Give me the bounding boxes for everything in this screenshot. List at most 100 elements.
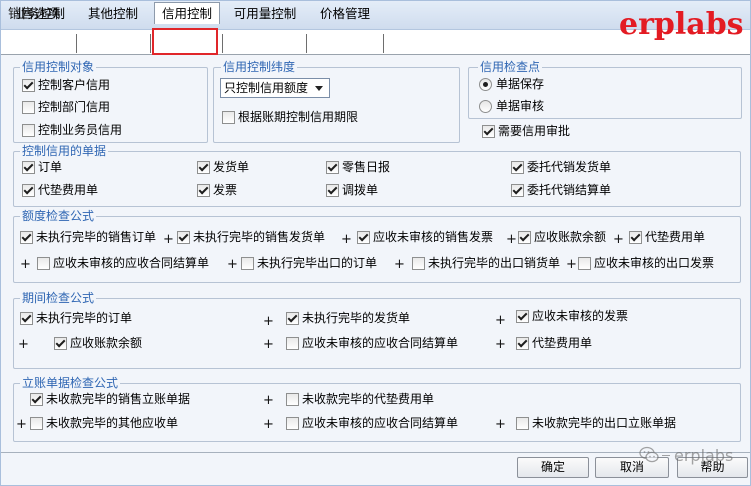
checkbox-box[interactable] <box>326 160 339 174</box>
checkbox-box[interactable] <box>511 160 524 174</box>
checkbox-box[interactable] <box>20 230 33 244</box>
checkbox-box[interactable] <box>20 311 33 325</box>
checkbox-doc-transfer[interactable]: 调拨单 <box>326 183 378 197</box>
tab-price-management[interactable]: 价格管理 <box>308 3 382 24</box>
checkbox-box[interactable] <box>22 78 35 92</box>
checkbox-credit-period-by-term[interactable]: 根据账期控制信用期限 <box>222 110 358 124</box>
checkbox-box[interactable] <box>286 416 299 430</box>
checkbox-box[interactable] <box>22 123 35 137</box>
checkbox-box[interactable] <box>518 230 531 244</box>
checkbox-ledger-unapproved-contract-settlements[interactable]: 应收未审核的应收合同结算单 <box>286 416 458 430</box>
bottom-watermark: erplabs <box>639 445 733 465</box>
checkbox-box[interactable] <box>629 230 642 244</box>
checkbox-limit-open-sales-orders[interactable]: 未执行完毕的销售订单 <box>20 230 156 244</box>
group-legend: 控制信用的单据 <box>20 144 109 158</box>
sales-options-dialog: 销售选项 业务控制 其他控制 信用控制 可用量控制 价格管理 erplabs 信… <box>0 0 751 486</box>
radio-circle[interactable] <box>479 77 492 91</box>
checkbox-period-receivable-balance[interactable]: 应收账款余额 <box>54 336 142 350</box>
checkbox-limit-open-export-sales[interactable]: 未执行完毕的出口销货单 <box>412 256 560 270</box>
checkbox-box[interactable] <box>482 124 495 138</box>
checkbox-doc-advance-expense[interactable]: 代垫费用单 <box>22 183 98 197</box>
checkbox-department-credit[interactable]: 控制部门信用 <box>22 100 110 114</box>
plus-operator: + <box>20 257 31 272</box>
checkbox-label: 应收账款余额 <box>534 230 607 244</box>
checkbox-limit-open-sales-deliveries[interactable]: 未执行完毕的销售发货单 <box>177 230 325 244</box>
checkbox-period-advance-expense[interactable]: 代垫费用单 <box>516 336 592 350</box>
checkbox-label: 未执行完毕的订单 <box>36 311 133 325</box>
highlight-box <box>152 28 218 55</box>
checkbox-ledger-unpaid-advance-expense[interactable]: 未收款完毕的代垫费用单 <box>286 392 434 406</box>
group-limit-formula <box>13 216 741 283</box>
radio-circle[interactable] <box>479 99 492 113</box>
checkbox-box[interactable] <box>286 336 299 350</box>
checkbox-box[interactable] <box>22 100 35 114</box>
chevron-down-icon[interactable] <box>315 86 323 91</box>
checkbox-box[interactable] <box>412 256 425 270</box>
group-legend: 信用控制对象 <box>20 60 97 74</box>
checkbox-customer-credit[interactable]: 控制客户信用 <box>22 78 110 92</box>
checkbox-label: 应收未审核的应收合同结算单 <box>302 416 459 430</box>
checkbox-box[interactable] <box>511 183 524 197</box>
checkbox-label: 未收款完毕的出口立账单据 <box>532 416 677 430</box>
checkbox-label: 代垫费用单 <box>532 336 593 350</box>
checkbox-ledger-unpaid-export-ledger-docs[interactable]: 未收款完毕的出口立账单据 <box>516 416 676 430</box>
checkbox-doc-invoice[interactable]: 发票 <box>197 183 237 197</box>
checkbox-label: 零售日报 <box>342 160 391 174</box>
ok-button[interactable]: 确定 <box>517 457 589 478</box>
checkbox-box[interactable] <box>326 183 339 197</box>
checkbox-box[interactable] <box>286 392 299 406</box>
checkbox-box[interactable] <box>22 160 35 174</box>
checkbox-doc-order[interactable]: 订单 <box>22 160 62 174</box>
checkbox-box[interactable] <box>30 416 43 430</box>
checkbox-box[interactable] <box>222 110 235 124</box>
radio-check-on-save[interactable]: 单据保存 <box>479 77 544 91</box>
plus-operator: + <box>495 417 506 432</box>
checkbox-limit-receivable-balance[interactable]: 应收账款余额 <box>518 230 606 244</box>
checkbox-period-unapproved-contract-settlements[interactable]: 应收未审核的应收合同结算单 <box>286 336 458 350</box>
checkbox-box[interactable] <box>516 309 529 323</box>
checkbox-box[interactable] <box>286 311 299 325</box>
tab-separator <box>306 34 307 53</box>
bottom-watermark-text: erplabs <box>674 445 734 465</box>
checkbox-box[interactable] <box>516 336 529 350</box>
checkbox-require-credit-approval[interactable]: 需要信用审批 <box>482 124 570 138</box>
tab-availability-control[interactable]: 可用量控制 <box>225 3 305 24</box>
checkbox-box[interactable] <box>197 160 210 174</box>
checkbox-label: 应收未审核的发票 <box>532 309 629 323</box>
checkbox-salesperson-credit[interactable]: 控制业务员信用 <box>22 123 122 137</box>
credit-dimension-select[interactable]: 只控制信用额度 <box>220 78 330 98</box>
tab-business-control[interactable]: 业务控制 <box>5 3 75 24</box>
checkbox-label: 未收款完毕的其他应收单 <box>46 416 179 430</box>
checkbox-limit-unapproved-export-invoices[interactable]: 应收未审核的出口发票 <box>578 256 714 270</box>
checkbox-box[interactable] <box>197 183 210 197</box>
checkbox-limit-unapproved-sales-invoices[interactable]: 应收未审核的销售发票 <box>357 230 493 244</box>
tab-credit-control[interactable]: 信用控制 <box>154 2 220 24</box>
checkbox-limit-open-export-orders[interactable]: 未执行完毕出口的订单 <box>241 256 377 270</box>
checkbox-box[interactable] <box>241 256 254 270</box>
checkbox-box[interactable] <box>37 256 50 270</box>
checkbox-period-open-orders[interactable]: 未执行完毕的订单 <box>20 311 132 325</box>
checkbox-period-open-deliveries[interactable]: 未执行完毕的发货单 <box>286 311 410 325</box>
checkbox-box[interactable] <box>30 392 43 406</box>
checkbox-doc-retail-daily[interactable]: 零售日报 <box>326 160 390 174</box>
checkbox-box[interactable] <box>578 256 591 270</box>
checkbox-period-unapproved-invoices[interactable]: 应收未审核的发票 <box>516 309 628 323</box>
checkbox-box[interactable] <box>357 230 370 244</box>
checkbox-doc-consignment-delivery[interactable]: 委托代销发货单 <box>511 160 611 174</box>
checkbox-label: 应收未审核的应收合同结算单 <box>302 336 459 350</box>
checkbox-ledger-unpaid-other-receivables[interactable]: 未收款完毕的其他应收单 <box>30 416 178 430</box>
checkbox-box[interactable] <box>177 230 190 244</box>
checkbox-limit-unapproved-contract-settlements[interactable]: 应收未审核的应收合同结算单 <box>37 256 209 270</box>
tab-other-control[interactable]: 其他控制 <box>78 3 148 24</box>
checkbox-label: 控制业务员信用 <box>38 123 123 137</box>
checkbox-box[interactable] <box>516 416 529 430</box>
checkbox-ledger-unpaid-sales-ledger-docs[interactable]: 未收款完毕的销售立账单据 <box>30 392 190 406</box>
radio-check-on-approve[interactable]: 单据审核 <box>479 99 544 113</box>
checkbox-doc-consignment-settlement[interactable]: 委托代销结算单 <box>511 183 611 197</box>
radio-label: 单据审核 <box>496 99 545 113</box>
checkbox-box[interactable] <box>54 336 67 350</box>
checkbox-box[interactable] <box>22 183 35 197</box>
checkbox-limit-advance-expense[interactable]: 代垫费用单 <box>629 230 705 244</box>
plus-operator: + <box>227 257 238 272</box>
checkbox-doc-delivery-note[interactable]: 发货单 <box>197 160 249 174</box>
